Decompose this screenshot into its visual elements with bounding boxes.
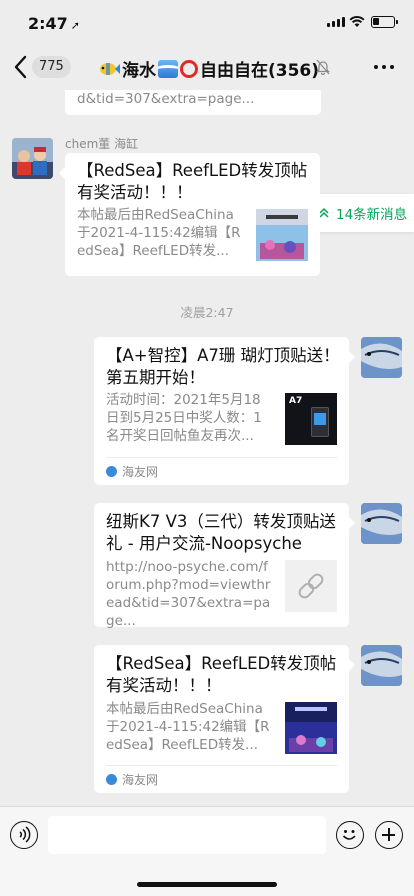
- partial-card-desc: d&tid=307&extra=page...: [77, 91, 255, 107]
- emoji-picker-icon[interactable]: [336, 821, 364, 849]
- battery-icon: [371, 16, 398, 28]
- link-placeholder-thumbnail: [285, 560, 337, 612]
- sender-name: chem董 海缸: [65, 137, 139, 151]
- outgoing-card-title: 【RedSea】ReefLED转发顶帖有奖活动！！！: [106, 654, 337, 695]
- tropical-fish-emoji-icon: [100, 62, 120, 75]
- my-avatar[interactable]: [361, 503, 402, 544]
- partial-link-card[interactable]: d&tid=307&extra=page...: [65, 90, 321, 115]
- card-source: 海友网: [106, 765, 337, 793]
- red-circle-emoji-icon: [180, 59, 198, 78]
- cellular-signal-icon: [327, 17, 345, 27]
- more-functions-plus-icon[interactable]: [375, 821, 403, 849]
- home-indicator[interactable]: [137, 882, 277, 887]
- mute-bell-icon: [316, 59, 330, 75]
- back-chevron-icon[interactable]: [10, 54, 30, 80]
- chat-header: 775 海水 自由自在(356): [0, 44, 414, 90]
- unread-count-badge[interactable]: 775: [32, 56, 71, 78]
- incoming-card-thumbnail: [256, 209, 308, 261]
- card-source: 海友网: [106, 457, 337, 485]
- source-logo-icon: [106, 774, 117, 785]
- incoming-card-desc: 本帖最后由RedSeaChina于2021-4-115:42编辑【RedSea】…: [77, 207, 241, 259]
- card-source-name: 海友网: [122, 772, 159, 787]
- outgoing-link-card-redsea[interactable]: 【RedSea】ReefLED转发顶帖有奖活动！！！ 本帖最后由RedSeaCh…: [94, 645, 355, 793]
- outgoing-card-thumbnail: [285, 702, 337, 754]
- outgoing-card-title: 纽斯K7 V3（三代）转发顶贴送礼 - 用户交流-Noopsyche: [106, 512, 336, 553]
- outgoing-card-desc: 活动时间：2021年5月18日到5月25日中奖人数：1名开奖日回帖鱼友再次...: [106, 392, 262, 444]
- card-source-name: 海友网: [122, 464, 159, 479]
- outgoing-link-card-a7[interactable]: 【A+智控】A7珊 瑚灯顶贴送！第五期开始！ 活动时间：2021年5月18日到5…: [94, 337, 355, 485]
- location-arrow-icon: ➚: [70, 19, 81, 32]
- outgoing-link-card-k7[interactable]: 纽斯K7 V3（三代）转发顶贴送礼 - 用户交流-Noopsyche http:…: [94, 503, 355, 629]
- wifi-icon: [349, 15, 365, 27]
- outgoing-card-desc: http://noo-psyche.com/forum.php?mod=view…: [106, 559, 271, 629]
- message-list[interactable]: d&tid=307&extra=page... 14条新消息 chem董 海缸 …: [0, 90, 414, 806]
- sender-avatar[interactable]: [12, 138, 53, 179]
- incoming-card-title: 【RedSea】ReefLED转发顶帖有奖活动！！！: [77, 161, 308, 202]
- status-time-text: 2:47: [28, 14, 68, 33]
- voice-input-icon[interactable]: [10, 821, 38, 849]
- new-messages-label: 14条新消息: [336, 207, 408, 223]
- message-input[interactable]: [48, 816, 326, 854]
- chat-title-prefix: 海水: [122, 61, 156, 81]
- chat-title[interactable]: 海水 自由自在(356): [98, 56, 319, 81]
- link-icon: [298, 573, 324, 599]
- my-avatar[interactable]: [361, 645, 402, 686]
- wave-emoji-icon: [158, 59, 178, 78]
- incoming-link-card[interactable]: 【RedSea】ReefLED转发顶帖有奖活动！！！ 本帖最后由RedSeaCh…: [59, 153, 320, 276]
- message-timestamp: 凌晨2:47: [180, 305, 234, 320]
- source-logo-icon: [106, 466, 117, 477]
- outgoing-card-desc: 本帖最后由RedSeaChina于2021-4-115:42编辑【RedSea】…: [106, 701, 270, 753]
- my-avatar[interactable]: [361, 337, 402, 378]
- thumbnail-label: A7: [289, 396, 303, 406]
- more-options-icon[interactable]: [374, 65, 394, 69]
- status-time: 2:47 ➚: [28, 14, 80, 33]
- status-bar: 2:47 ➚: [0, 0, 414, 44]
- chat-title-suffix: 自由自在(356): [200, 61, 320, 81]
- outgoing-card-thumbnail: A7: [285, 393, 337, 445]
- outgoing-card-title: 【A+智控】A7珊 瑚灯顶贴送！第五期开始！: [106, 346, 340, 387]
